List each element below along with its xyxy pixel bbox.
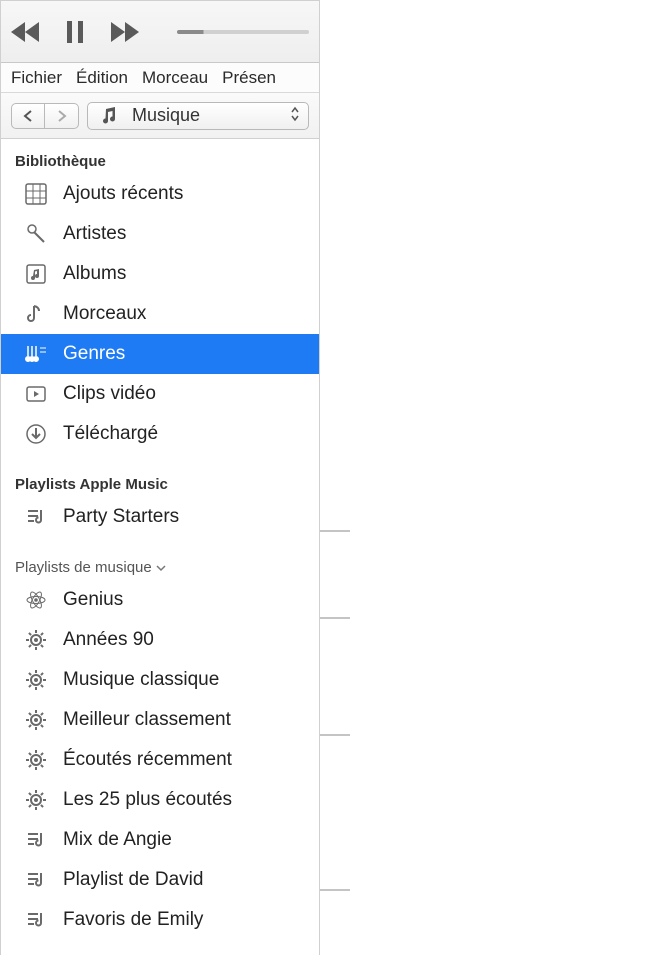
- toolbar: Musique: [1, 93, 319, 139]
- menu-item-file[interactable]: Fichier: [11, 68, 62, 88]
- section-header-apple-playlists: Playlists Apple Music: [1, 468, 319, 497]
- sidebar-item-library[interactable]: Genres: [1, 334, 319, 374]
- playlist-icon: [23, 907, 49, 933]
- sidebar-item-label: Clips vidéo: [63, 383, 156, 405]
- sidebar-item-label: Téléchargé: [63, 423, 158, 445]
- gear-icon: [23, 787, 49, 813]
- video-icon: [23, 381, 49, 407]
- volume-slider[interactable]: [177, 30, 309, 34]
- annotation-callouts: [320, 0, 652, 955]
- sidebar-item-label: Artistes: [63, 223, 126, 245]
- sidebar-item-label: Mix de Angie: [63, 829, 172, 851]
- chevron-updown-icon: [290, 106, 300, 125]
- sidebar-item-label: Les 25 plus écoutés: [63, 789, 232, 811]
- menu-item-song[interactable]: Morceau: [142, 68, 208, 88]
- back-button[interactable]: [11, 103, 45, 129]
- sidebar-item-label: Genres: [63, 343, 125, 365]
- sidebar-item-label: Écoutés récemment: [63, 749, 232, 771]
- chevron-down-icon: [156, 559, 166, 576]
- sidebar-item-smart-playlist[interactable]: Musique classique: [1, 660, 319, 700]
- next-track-button[interactable]: [111, 22, 139, 42]
- download-icon: [23, 421, 49, 447]
- sidebar-item-label: Playlist de David: [63, 869, 203, 891]
- sidebar-item-library[interactable]: Albums: [1, 254, 319, 294]
- sidebar-item-genius[interactable]: Genius: [1, 580, 319, 620]
- menu-item-view[interactable]: Présen: [222, 68, 276, 88]
- sidebar-item-label: Années 90: [63, 629, 154, 651]
- sidebar-item-library[interactable]: Clips vidéo: [1, 374, 319, 414]
- sidebar-item-label: Genius: [63, 589, 123, 611]
- sidebar-item-user-playlist[interactable]: Favoris de Emily: [1, 900, 319, 940]
- playlist-icon: [23, 867, 49, 893]
- mic-icon: [23, 221, 49, 247]
- playback-controls: [11, 21, 139, 43]
- sidebar-item-library[interactable]: Artistes: [1, 214, 319, 254]
- nav-buttons: [11, 103, 79, 129]
- sidebar-item-label: Favoris de Emily: [63, 909, 203, 931]
- note-icon: [23, 301, 49, 327]
- section-header-music-playlists[interactable]: Playlists de musique: [1, 551, 319, 580]
- sidebar-item-label: Meilleur classement: [63, 709, 231, 731]
- sidebar-item-user-playlist[interactable]: Mix de Angie: [1, 820, 319, 860]
- playlist-icon: [23, 827, 49, 853]
- gear-icon: [23, 667, 49, 693]
- grid-icon: [23, 181, 49, 207]
- sidebar-item-label: Party Starters: [63, 506, 179, 528]
- music-note-icon: [96, 103, 122, 129]
- section-header-music-playlists-label: Playlists de musique: [15, 559, 152, 576]
- playback-bar: [1, 1, 319, 63]
- sidebar-item-apple-playlist[interactable]: Party Starters: [1, 497, 319, 537]
- atom-icon: [23, 587, 49, 613]
- sidebar-item-label: Morceaux: [63, 303, 146, 325]
- sidebar-item-smart-playlist[interactable]: Les 25 plus écoutés: [1, 780, 319, 820]
- sidebar-item-label: Ajouts récents: [63, 183, 183, 205]
- sidebar-item-user-playlist[interactable]: Playlist de David: [1, 860, 319, 900]
- gear-icon: [23, 747, 49, 773]
- menu-item-edit[interactable]: Édition: [76, 68, 128, 88]
- media-kind-selector[interactable]: Musique: [87, 102, 309, 130]
- sidebar-item-smart-playlist[interactable]: Années 90: [1, 620, 319, 660]
- forward-button[interactable]: [45, 103, 79, 129]
- gear-icon: [23, 627, 49, 653]
- album-icon: [23, 261, 49, 287]
- sidebar-item-label: Musique classique: [63, 669, 219, 691]
- sidebar-item-library[interactable]: Ajouts récents: [1, 174, 319, 214]
- sidebar-item-library[interactable]: Téléchargé: [1, 414, 319, 454]
- sidebar-item-label: Albums: [63, 263, 126, 285]
- source-sidebar: Bibliothèque Ajouts récents Artistes Album…: [1, 139, 319, 955]
- sidebar-item-smart-playlist[interactable]: Meilleur classement: [1, 700, 319, 740]
- menu-bar: Fichier Édition Morceau Présen: [1, 63, 319, 93]
- guitars-icon: [23, 341, 49, 367]
- playlist-icon: [23, 504, 49, 530]
- gear-icon: [23, 707, 49, 733]
- play-pause-button[interactable]: [67, 21, 83, 43]
- sidebar-item-library[interactable]: Morceaux: [1, 294, 319, 334]
- itunes-sidebar-window: Fichier Édition Morceau Présen Musique B…: [0, 0, 320, 955]
- sidebar-item-smart-playlist[interactable]: Écoutés récemment: [1, 740, 319, 780]
- section-header-library: Bibliothèque: [1, 145, 319, 174]
- previous-track-button[interactable]: [11, 22, 39, 42]
- media-kind-label: Musique: [132, 105, 200, 126]
